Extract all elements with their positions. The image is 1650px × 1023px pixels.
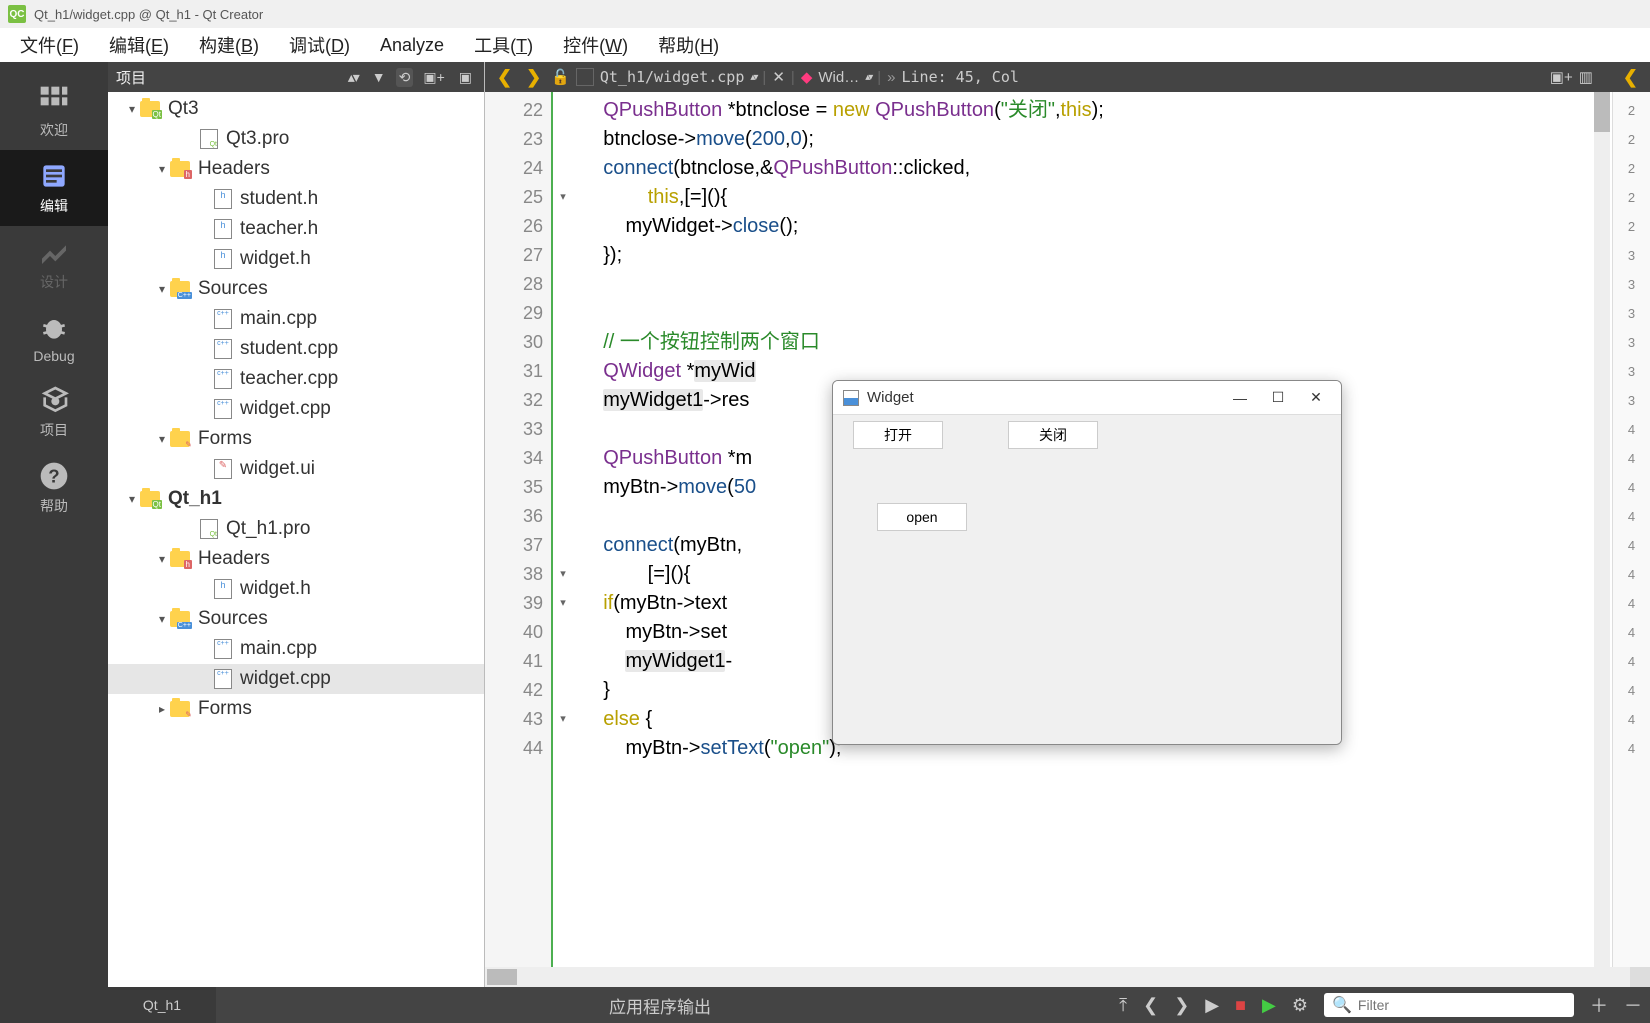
menubar: 文件(F) 编辑(E) 构建(B) 调试(D) Analyze 工具(T) 控件…	[0, 28, 1650, 62]
filter-input[interactable]	[1358, 997, 1566, 1013]
nav-back-icon[interactable]: ❮	[493, 67, 516, 88]
search-icon: 🔍	[1332, 995, 1352, 1015]
continue-icon[interactable]: ▶	[1197, 995, 1227, 1016]
widget-title: Widget	[867, 389, 1217, 406]
add-icon[interactable]: ＋	[1582, 992, 1616, 1018]
fold-column[interactable]: ▾▾▾▾	[553, 92, 573, 967]
tree-file-widget-h[interactable]: widget.h	[108, 244, 484, 274]
line-col-indicator[interactable]: Line: 45, Col	[902, 68, 1019, 86]
tree-file-main-cpp-2[interactable]: main.cpp	[108, 634, 484, 664]
tree-file-widget-cpp[interactable]: widget.cpp	[108, 394, 484, 424]
split-icon[interactable]: ▥	[1579, 68, 1593, 86]
editor-filepath[interactable]: Qt_h1/widget.cpp	[600, 68, 745, 86]
tree-file-widget-h-2[interactable]: widget.h	[108, 574, 484, 604]
tree-file-main-cpp[interactable]: main.cpp	[108, 304, 484, 334]
tree-file-teacher-cpp[interactable]: teacher.cpp	[108, 364, 484, 394]
tree-file-widget-ui[interactable]: widget.ui	[108, 454, 484, 484]
titlebar: QC Qt_h1/widget.cpp @ Qt_h1 - Qt Creator	[0, 0, 1650, 28]
tree-folder-sources-2[interactable]: ▾Sources	[108, 604, 484, 634]
mode-project[interactable]: 项目	[0, 374, 108, 450]
mode-design[interactable]: 设计	[0, 226, 108, 302]
close-file-icon[interactable]: ✕	[772, 68, 785, 86]
menu-analyze[interactable]: Analyze	[380, 35, 444, 56]
add-view-icon[interactable]: ▣+	[419, 69, 448, 86]
widget-app-window[interactable]: Widget ― ☐ ✕ 打开 关闭 open	[832, 380, 1342, 745]
run-icon[interactable]: ▶	[1254, 995, 1284, 1016]
lock-icon[interactable]: 🔓	[551, 68, 570, 86]
project-dropdown-icon[interactable]: ▴▾	[344, 69, 362, 86]
menu-tools[interactable]: 工具(T)	[474, 32, 533, 58]
run-target[interactable]: Qt_h1	[108, 987, 216, 1023]
tree-folder-headers[interactable]: ▾Headers	[108, 154, 484, 184]
widget-body: 打开 关闭 open	[833, 415, 1341, 744]
window-title: Qt_h1/widget.cpp @ Qt_h1 - Qt Creator	[34, 7, 263, 22]
menu-build[interactable]: 构建(B)	[199, 32, 259, 58]
tree-file-student-h[interactable]: student.h	[108, 184, 484, 214]
menu-edit[interactable]: 编辑(E)	[109, 32, 169, 58]
menu-widgets[interactable]: 控件(W)	[563, 32, 628, 58]
svg-text:?: ?	[48, 466, 59, 487]
tree-folder-forms-2[interactable]: ▸Forms	[108, 694, 484, 724]
line-gutter[interactable]: 2223242526272829303132333435363738394041…	[485, 92, 553, 967]
tree-file-qt-h1-pro[interactable]: Qt_h1.pro	[108, 514, 484, 544]
step-icon[interactable]: ⤒	[1111, 995, 1135, 1016]
btn-open-top[interactable]: 打开	[853, 421, 943, 449]
project-header-title: 项目	[116, 67, 146, 88]
menu-debug[interactable]: 调试(D)	[289, 32, 350, 58]
tree-project-qt-h1[interactable]: ▾Qt_h1	[108, 484, 484, 514]
file-icon	[576, 68, 594, 86]
next-split-icon[interactable]: ❮	[1619, 67, 1642, 88]
symbol-dropdown-icon[interactable]: ▴▾	[865, 72, 871, 83]
filter-box[interactable]: 🔍	[1324, 993, 1574, 1017]
btn-close-top[interactable]: 关闭	[1008, 421, 1098, 449]
nav-forward-icon[interactable]: ❯	[522, 67, 545, 88]
right-marker-bar[interactable]: 22222333333444444444444	[1612, 92, 1650, 967]
settings-icon[interactable]: ⚙	[1284, 995, 1316, 1016]
prev-icon[interactable]: ❮	[1135, 995, 1166, 1016]
minus-icon[interactable]: －	[1616, 992, 1650, 1018]
menu-help[interactable]: 帮助(H)	[658, 32, 719, 58]
vscrollbar[interactable]	[1594, 92, 1610, 967]
qtcreator-icon: QC	[8, 5, 26, 23]
expand-icon[interactable]: ▣	[455, 69, 476, 86]
link-icon[interactable]: ⟲	[396, 68, 414, 87]
hscrollbar[interactable]	[485, 967, 1650, 987]
mode-help[interactable]: ? 帮助	[0, 450, 108, 526]
project-tree[interactable]: ▾Qt3 Qt3.pro ▾Headers student.h teacher.…	[108, 92, 484, 989]
project-panel: 项目 ▴▾ ▼ ⟲ ▣+ ▣ ▾Qt3 Qt3.pro ▾Headers stu…	[108, 62, 485, 1023]
tree-project-qt3[interactable]: ▾Qt3	[108, 94, 484, 124]
output-pane-label[interactable]: 应用程序输出	[593, 993, 727, 1018]
tree-file-student-cpp[interactable]: student.cpp	[108, 334, 484, 364]
btn-open[interactable]: open	[877, 503, 967, 531]
widget-titlebar[interactable]: Widget ― ☐ ✕	[833, 381, 1341, 415]
filter-icon[interactable]: ▼	[368, 69, 390, 85]
tree-file-widget-cpp-2[interactable]: widget.cpp	[108, 664, 484, 694]
close-icon[interactable]: ✕	[1301, 389, 1331, 406]
tree-file-teacher-h[interactable]: teacher.h	[108, 214, 484, 244]
tree-folder-headers-2[interactable]: ▾Headers	[108, 544, 484, 574]
project-panel-header: 项目 ▴▾ ▼ ⟲ ▣+ ▣	[108, 62, 484, 92]
stop-icon[interactable]: ■	[1227, 995, 1254, 1016]
mode-welcome[interactable]: 欢迎	[0, 74, 108, 150]
tree-folder-sources[interactable]: ▾Sources	[108, 274, 484, 304]
mode-edit[interactable]: 编辑	[0, 150, 108, 226]
maximize-icon[interactable]: ☐	[1263, 389, 1293, 406]
modified-icon: ◆	[801, 68, 813, 86]
mode-debug[interactable]: Debug	[0, 302, 108, 374]
mode-sidebar: 欢迎 编辑 设计 Debug 项目 ? 帮助	[0, 62, 108, 1023]
symbol-selector[interactable]: Wid…	[818, 69, 859, 86]
tree-file-qt3-pro[interactable]: Qt3.pro	[108, 124, 484, 154]
next-icon[interactable]: ❯	[1166, 995, 1197, 1016]
minimize-icon[interactable]: ―	[1225, 390, 1255, 406]
editor-toolbar: ❮ ❯ 🔓 Qt_h1/widget.cpp ▴▾ | ✕ | ◆ Wid… ▴…	[485, 62, 1650, 92]
split-add-icon[interactable]: ▣+	[1550, 68, 1573, 86]
widget-app-icon	[843, 390, 859, 406]
bottom-bar: Qt_h1 应用程序输出 ⤒ ❮ ❯ ▶ ■ ▶ ⚙ 🔍 ＋ －	[108, 987, 1650, 1023]
tree-folder-forms[interactable]: ▾Forms	[108, 424, 484, 454]
file-dropdown-icon[interactable]: ▴▾	[750, 72, 756, 83]
menu-file[interactable]: 文件(F)	[20, 32, 79, 58]
